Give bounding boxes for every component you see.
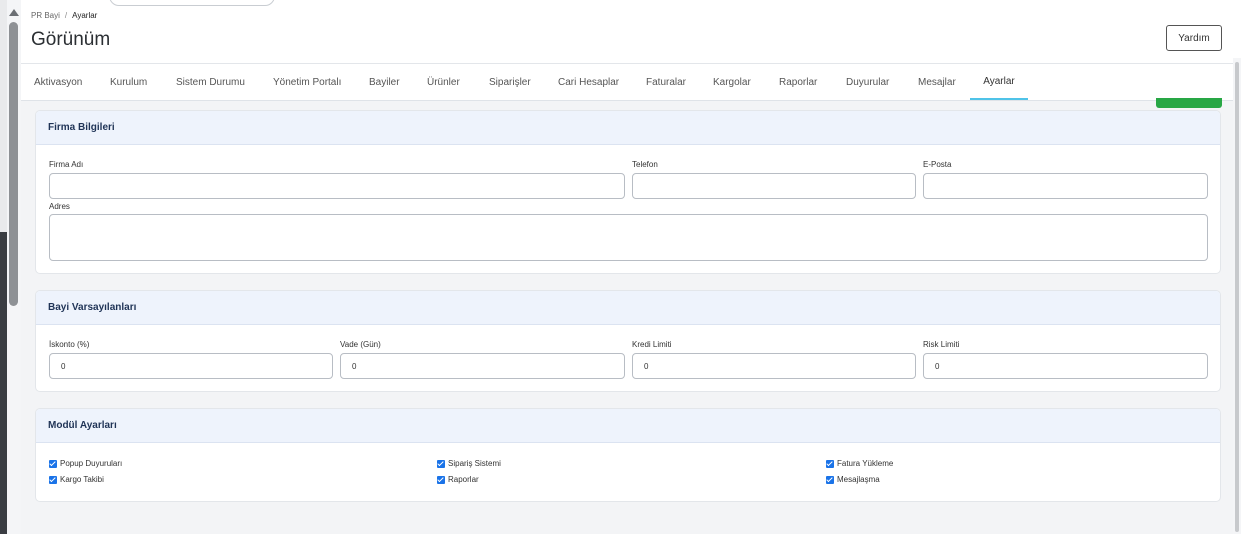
firma-adi-input[interactable] (49, 173, 625, 199)
kredi-limiti-input[interactable] (632, 353, 916, 379)
modul-ayarlari-card: Modül Ayarları Popup Duyuruları Sipariş … (35, 408, 1221, 502)
eposta-label: E-Posta (923, 160, 952, 169)
help-button[interactable]: Yardım (1166, 25, 1222, 51)
telefon-input[interactable] (632, 173, 916, 199)
left-strip (0, 0, 21, 534)
option-label: Mesajlaşma (837, 475, 880, 484)
tab-kargolar[interactable]: Kargolar (713, 64, 751, 100)
checkbox-checked-icon[interactable] (437, 459, 445, 468)
risk-limiti-input[interactable] (923, 353, 1208, 379)
tab-ayarlar[interactable]: Ayarlar (970, 64, 1028, 100)
tab-mesajlar[interactable]: Mesajlar (918, 64, 956, 100)
checkbox-checked-icon[interactable] (49, 475, 57, 484)
option-raporlar[interactable]: Raporlar (437, 475, 479, 484)
modul-ayarlari-title: Modül Ayarları (36, 409, 1220, 443)
checkbox-checked-icon[interactable] (437, 475, 445, 484)
scroll-up-arrow-icon[interactable] (9, 9, 19, 16)
tab-duyurular[interactable]: Duyurular (846, 64, 889, 100)
tab-bayiler[interactable]: Bayiler (369, 64, 400, 100)
scrollbar-thumb[interactable] (9, 22, 18, 306)
option-label: Fatura Yükleme (837, 459, 894, 468)
checkbox-checked-icon[interactable] (49, 459, 57, 468)
tab-siparisler[interactable]: Siparişler (489, 64, 531, 100)
left-edge-upper (0, 0, 7, 232)
option-popup-duyurulari[interactable]: Popup Duyuruları (49, 459, 122, 468)
kredi-limiti-label: Kredi Limiti (632, 340, 672, 349)
checkbox-checked-icon[interactable] (826, 475, 834, 484)
firma-bilgileri-title: Firma Bilgileri (36, 111, 1220, 145)
firma-bilgileri-card: Firma Bilgileri Firma Adı Telefon E-Post… (35, 110, 1221, 274)
tab-kurulum[interactable]: Kurulum (110, 64, 147, 100)
checkbox-checked-icon[interactable] (826, 459, 834, 468)
eposta-input[interactable] (923, 173, 1208, 199)
option-kargo-takibi[interactable]: Kargo Takibi (49, 475, 104, 484)
firma-adi-label: Firma Adı (49, 160, 84, 169)
option-mesajlasma[interactable]: Mesajlaşma (826, 475, 880, 484)
bayi-varsayilanlari-title: Bayi Varsayılanları (36, 291, 1220, 325)
tab-faturalar[interactable]: Faturalar (646, 64, 686, 100)
option-label: Popup Duyuruları (60, 459, 123, 468)
option-siparis-sistemi[interactable]: Sipariş Sistemi (437, 459, 501, 468)
tab-bar: Aktivasyon Kurulum Sistem Durumu Yönetim… (21, 64, 1233, 101)
left-edge-lower (0, 232, 7, 534)
tab-cari-hesaplar[interactable]: Cari Hesaplar (558, 64, 619, 100)
option-label: Raporlar (448, 475, 479, 484)
tab-sistem-durumu[interactable]: Sistem Durumu (176, 64, 245, 100)
tab-urunler[interactable]: Ürünler (427, 64, 460, 100)
save-button[interactable] (1156, 98, 1222, 108)
breadcrumb-separator: / (64, 11, 68, 20)
vade-input[interactable] (340, 353, 625, 379)
option-fatura-yukleme[interactable]: Fatura Yükleme (826, 459, 893, 468)
option-label: Sipariş Sistemi (448, 459, 501, 468)
tab-yonetim-portali[interactable]: Yönetim Portalı (273, 64, 341, 100)
bayi-varsayilanlari-card: Bayi Varsayılanları İskonto (%) Vade (Gü… (35, 290, 1221, 392)
risk-limiti-label: Risk Limiti (923, 340, 960, 349)
breadcrumb-root[interactable]: PR Bayi (31, 11, 60, 20)
tab-raporlar[interactable]: Raporlar (779, 64, 817, 100)
vade-label: Vade (Gün) (340, 340, 381, 349)
iskonto-label: İskonto (%) (49, 340, 90, 349)
right-scrollbar-thumb[interactable] (1235, 62, 1239, 532)
breadcrumb-current: Ayarlar (72, 11, 98, 20)
page-title: Görünüm (31, 29, 111, 50)
option-label: Kargo Takibi (60, 475, 104, 484)
adres-textarea[interactable] (49, 214, 1208, 261)
page-header: PR Bayi / Ayarlar Görünüm Yardım (21, 0, 1233, 64)
search-input[interactable] (109, 0, 275, 6)
iskonto-input[interactable] (49, 353, 333, 379)
adres-label: Adres (49, 202, 70, 211)
tab-aktivasyon[interactable]: Aktivasyon (34, 64, 82, 100)
telefon-label: Telefon (632, 160, 658, 169)
breadcrumb: PR Bayi / Ayarlar (31, 11, 97, 20)
right-scrollbar[interactable] (1233, 58, 1241, 534)
